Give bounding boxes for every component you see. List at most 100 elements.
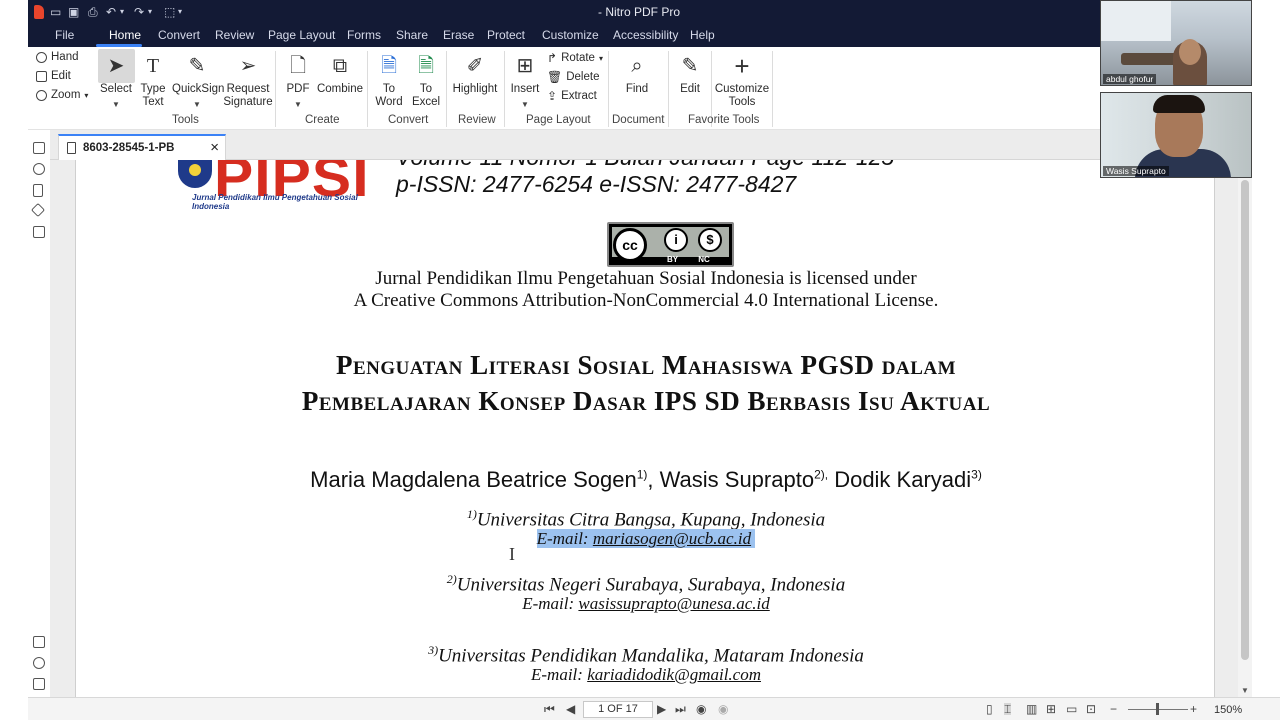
customize-tools-button[interactable]: + Customize Tools [714,47,770,109]
find-button[interactable]: ⌕ Find [620,47,654,96]
license-line-2: A Creative Commons Attribution-NonCommer… [353,290,939,311]
to-word-button[interactable]: 🗎 To Word [372,47,406,109]
rotate-button[interactable]: ↱ Rotate ▾ [547,51,603,65]
menu-page-layout[interactable]: Page Layout [268,28,335,42]
pdf-button[interactable]: 🗋 PDF ▼ [280,47,316,111]
zoom-out-icon[interactable]: − [1110,703,1117,715]
delete-button[interactable]: 🗑 Delete [547,70,599,84]
email-3-link[interactable]: kariadidodik@gmail.com [587,665,761,684]
attribution-icon: i [664,228,688,252]
edit-button[interactable]: ✎ Edit [673,47,707,96]
document-tab[interactable]: 8603-28545-1-PB × [58,134,226,160]
full-screen-icon[interactable]: ▭ [1066,703,1077,715]
zoom-icon [36,89,47,101]
menu-convert[interactable]: Convert [158,28,200,42]
fields-panel-icon[interactable] [33,678,45,690]
menu-erase[interactable]: Erase [443,28,474,42]
zoom-dropdown-icon: ▾ [84,90,89,100]
tag-panel-icon[interactable] [30,202,46,218]
affiliation-2-text: Universitas Negeri Surabaya, Surabaya, I… [456,574,846,596]
hand-icon [36,51,47,63]
previous-page-icon[interactable]: ◀ [566,703,575,715]
author-3-sup: 3) [971,467,982,482]
fit-width-icon[interactable]: ⊡ [1086,703,1096,715]
edit-label: Edit [51,70,71,82]
bookmark-panel-icon[interactable] [33,184,43,197]
find-label: Find [625,83,649,95]
comments-panel-icon[interactable] [33,636,45,648]
zoom-label: Zoom [51,89,81,101]
insert-page-icon: ⊞ [516,55,534,77]
email-2-link[interactable]: wasissuprapto@unesa.ac.id [578,594,769,613]
select-dropdown-icon: ▼ [112,100,120,109]
combine-button[interactable]: ⧉ Combine [316,47,364,96]
email-1-link[interactable]: mariasogen@ucb.ac.id [593,529,751,548]
edit-tool-button[interactable]: Edit [36,70,71,82]
group-label-favorite-tools: Favorite Tools [688,114,760,126]
close-tab-button[interactable]: × [210,139,219,156]
zoom-slider-thumb[interactable] [1156,703,1159,715]
menu-home[interactable]: Home [109,28,141,42]
back-view-icon[interactable]: ◉ [696,703,706,715]
continuous-view-icon[interactable]: ⌶ [1004,703,1012,715]
app-window: ▭ ▣ ⎙ ↶ ▾ ↷ ▾ ⬚ ▾ - Nitro PDF Pro File H… [0,0,1280,720]
group-label-tools: Tools [172,114,199,126]
pdf-dropdown-icon: ▼ [294,100,302,109]
insert-button[interactable]: ⊞ Insert ▼ [508,47,542,111]
trash-icon: 🗑 [547,70,563,84]
extract-button[interactable]: ⇪ Extract [547,89,597,103]
document-viewer[interactable]: PIPSI Jurnal Pendidikan Ilmu Pengetahuan… [50,160,1238,697]
vertical-scrollbar[interactable]: ▼ [1238,160,1252,697]
menu-customize[interactable]: Customize [542,28,599,42]
page-number-field[interactable]: 1 OF 17 [583,701,653,718]
issn-line: p-ISSN: 2477-6254 e-ISSN: 2477-8427 [396,171,797,197]
ribbon-separator [446,51,447,127]
menu-review[interactable]: Review [215,28,254,42]
affiliation-1: 1)Universitas Citra Bangsa, Kupang, Indo… [76,507,1216,531]
request-signature-button[interactable]: ➢ Request Signature [222,47,274,109]
to-excel-label-2: Excel [411,96,441,108]
rotate-dropdown-icon: ▾ [598,53,603,63]
forward-view-icon[interactable]: ◉ [718,703,728,715]
email-2: E-mail: wasissuprapto@unesa.ac.id [76,594,1216,614]
status-bar: ⏮ ◀ 1 OF 17 ▶ ⏭ ◉ ◉ ▯ ⌶ ▥ ⊞ ▭ ⊡ − + 150% [28,697,1280,720]
menu-forms[interactable]: Forms [347,28,381,42]
select-button[interactable]: ➤ Select ▼ [96,47,136,111]
attachments-panel-icon[interactable] [33,657,45,669]
next-page-icon[interactable]: ▶ [657,703,666,715]
single-page-view-icon[interactable]: ▯ [986,703,993,715]
extract-label: Extract [561,90,597,102]
menu-accessibility[interactable]: Accessibility [613,28,678,42]
office-window-bg [1101,1,1171,41]
hand-tool-button[interactable]: Hand [36,51,79,63]
lock-panel-icon[interactable] [33,226,45,238]
menu-protect[interactable]: Protect [487,28,525,42]
last-page-icon[interactable]: ⏭ [675,703,686,715]
authors-line: Maria Magdalena Beatrice Sogen1), Wasis … [76,467,1216,493]
menu-help[interactable]: Help [690,28,715,42]
document-tab-strip: 8603-28545-1-PB × [28,130,1100,160]
search-panel-icon[interactable] [33,163,45,175]
type-text-button[interactable]: T Type Text [136,47,170,109]
scroll-down-icon[interactable]: ▼ [1241,686,1249,695]
first-page-icon[interactable]: ⏮ [544,703,555,715]
menu-share[interactable]: Share [396,28,428,42]
menu-file[interactable]: File [55,28,74,42]
pages-panel-icon[interactable] [33,142,45,154]
email-1-label: E-mail: [536,529,593,548]
scrollbar-thumb[interactable] [1241,180,1249,660]
zoom-level[interactable]: 150% [1214,704,1242,716]
zoom-tool-button[interactable]: Zoom ▾ [36,89,88,101]
participant-hair [1153,95,1205,113]
to-excel-button[interactable]: 🗎 To Excel [409,47,443,109]
facing-view-icon[interactable]: ▥ [1026,703,1037,715]
new-pdf-icon: 🗋 [289,55,307,77]
continuous-facing-view-icon[interactable]: ⊞ [1046,703,1056,715]
affiliation-2-sup: 2) [446,572,457,586]
zoom-in-icon[interactable]: + [1190,703,1197,715]
pdf-page[interactable]: PIPSI Jurnal Pendidikan Ilmu Pengetahuan… [75,160,1215,697]
cc-icon: cc [613,228,647,262]
highlight-button[interactable]: ✐ Highlight [450,47,500,96]
journal-logo: PIPSI Jurnal Pendidikan Ilmu Pengetahuan… [178,160,378,211]
quicksign-button[interactable]: ✎ QuickSign ▼ [172,47,224,111]
